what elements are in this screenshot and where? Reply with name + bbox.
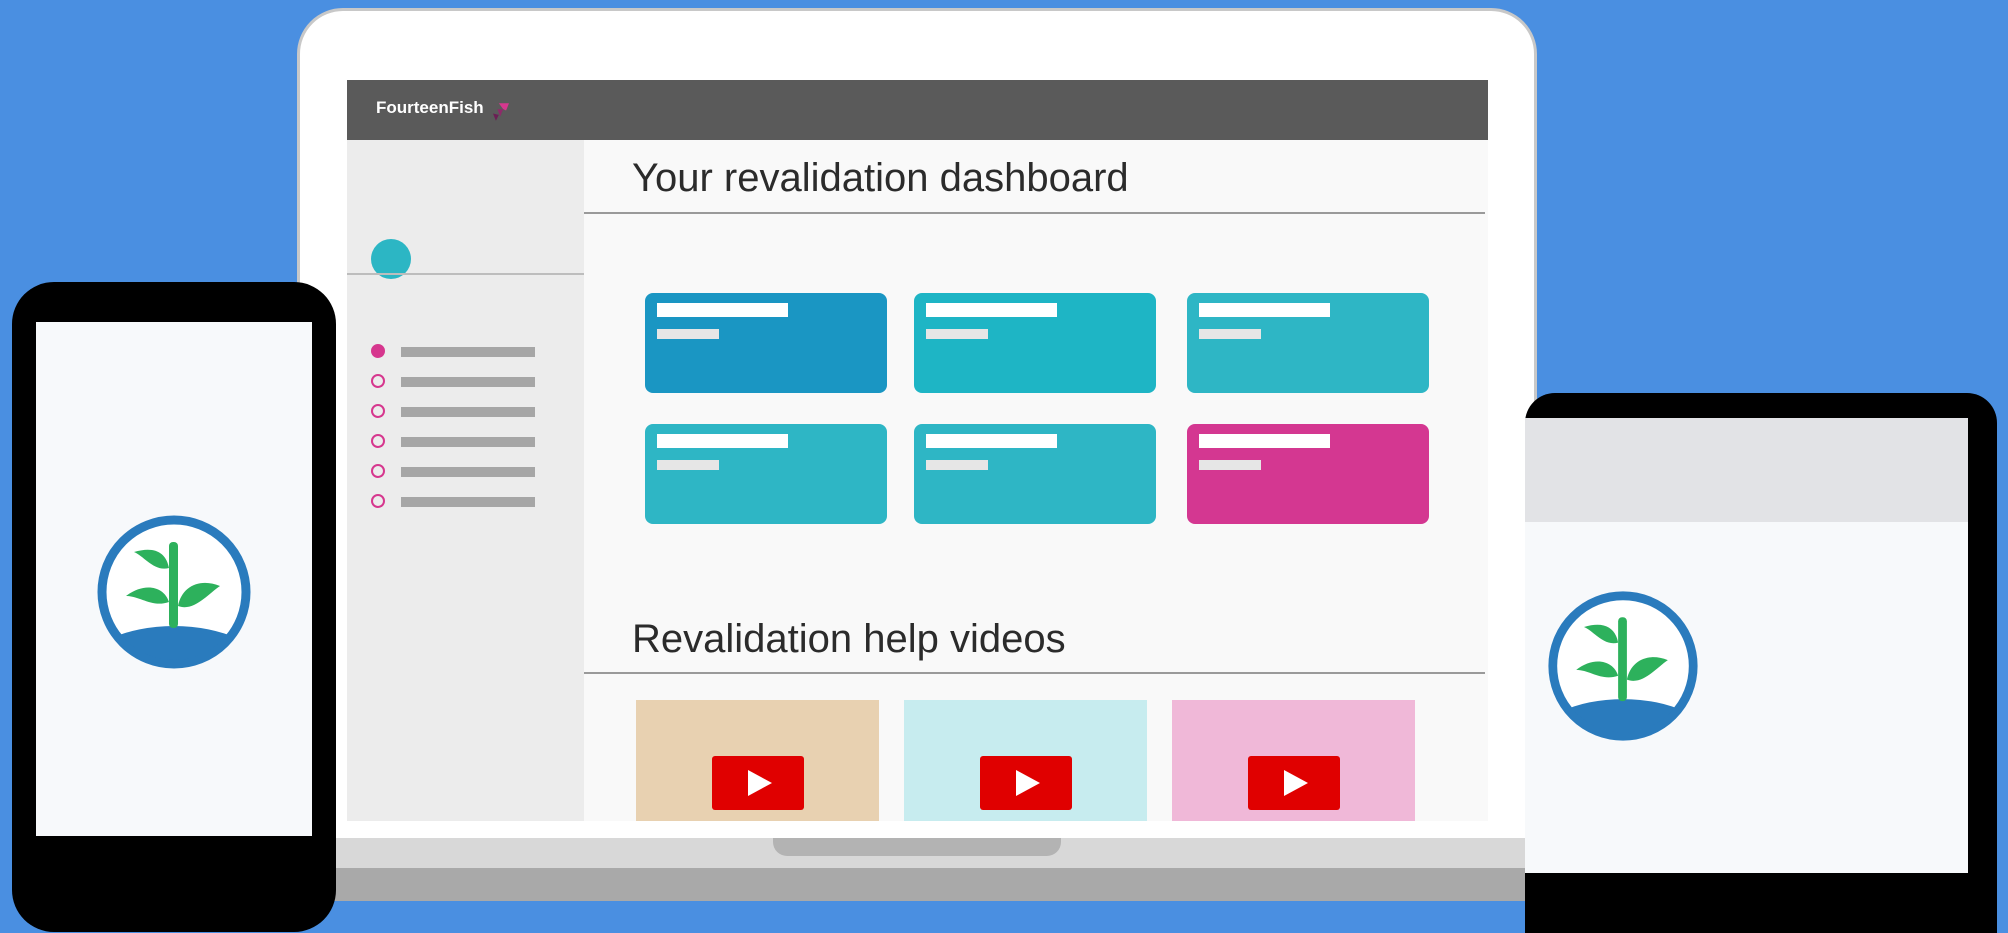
videos-section-title: Revalidation help videos xyxy=(632,617,1066,661)
sidebar-divider xyxy=(347,273,584,275)
laptop-screen: FourteenFish Your revalidation dashboard… xyxy=(347,80,1488,821)
tablet-header-area xyxy=(1525,418,1968,522)
video-thumbnail-1[interactable] xyxy=(636,700,879,821)
brand-logo-icon xyxy=(493,103,509,121)
tablet-screen xyxy=(1525,522,1968,873)
sidebar xyxy=(347,140,584,821)
dashboard-tile-3[interactable] xyxy=(1187,293,1429,393)
brand-name[interactable]: FourteenFish xyxy=(376,98,484,118)
play-icon[interactable] xyxy=(980,756,1072,810)
dashboard-tile-1[interactable] xyxy=(645,293,887,393)
nav-item-5-label[interactable] xyxy=(401,467,535,477)
dashboard-tile-6[interactable] xyxy=(1187,424,1429,524)
nav-item-3-bullet[interactable] xyxy=(371,404,385,418)
page-title: Your revalidation dashboard xyxy=(632,156,1129,200)
nav-item-3-label[interactable] xyxy=(401,407,535,417)
plant-logo-icon xyxy=(97,515,251,669)
phone-screen xyxy=(36,322,312,836)
top-navigation-bar: FourteenFish xyxy=(347,80,1488,140)
nav-item-1-bullet[interactable] xyxy=(371,344,385,358)
nav-item-1-label[interactable] xyxy=(401,347,535,357)
laptop-base-edge xyxy=(258,868,1682,901)
video-thumbnail-2[interactable] xyxy=(904,700,1147,821)
play-icon[interactable] xyxy=(712,756,804,810)
dashboard-tile-4[interactable] xyxy=(645,424,887,524)
video-thumbnail-3[interactable] xyxy=(1172,700,1415,821)
nav-item-4-label[interactable] xyxy=(401,437,535,447)
nav-item-5-bullet[interactable] xyxy=(371,464,385,478)
videos-divider xyxy=(584,672,1485,674)
laptop-trackpad-notch xyxy=(773,838,1061,856)
nav-item-6-label[interactable] xyxy=(401,497,535,507)
dashboard-tile-5[interactable] xyxy=(914,424,1156,524)
title-divider xyxy=(584,212,1485,214)
play-icon[interactable] xyxy=(1248,756,1340,810)
nav-item-2-bullet[interactable] xyxy=(371,374,385,388)
plant-logo-icon xyxy=(1548,591,1698,741)
nav-item-2-label[interactable] xyxy=(401,377,535,387)
nav-item-6-bullet[interactable] xyxy=(371,494,385,508)
nav-item-4-bullet[interactable] xyxy=(371,434,385,448)
dashboard-tile-2[interactable] xyxy=(914,293,1156,393)
